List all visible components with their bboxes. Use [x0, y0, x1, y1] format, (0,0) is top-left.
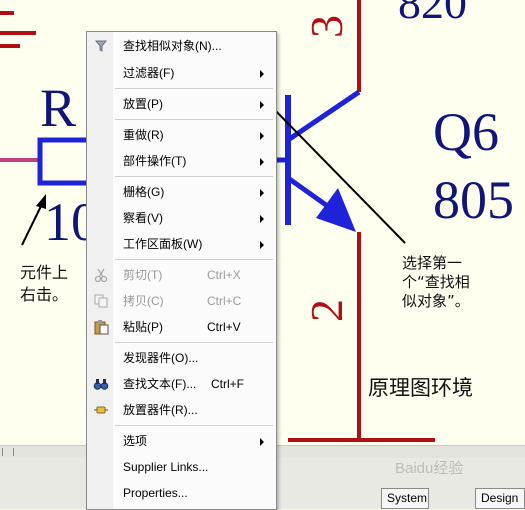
copy-icon: [94, 294, 108, 308]
transistor-designator: Q6: [433, 102, 499, 162]
menu-item-redo[interactable]: 重做(R): [87, 123, 276, 147]
menu-item-place[interactable]: 放置(P): [87, 92, 276, 116]
menu-item-find-text[interactable]: 查找文本(F)... Ctrl+F: [87, 372, 276, 396]
transistor-value-top: 820: [398, 0, 467, 28]
menu-separator: [115, 176, 273, 177]
select-note-line1: 选择第一: [402, 254, 462, 272]
resistor-designator: R: [40, 78, 76, 138]
select-note-line3: 似对象”。: [402, 292, 470, 310]
context-menu: 查找相似对象(N)... 过滤器(F) 放置(P) 重做(R) 部件操作(T) …: [86, 31, 277, 510]
submenu-arrow-icon: [260, 189, 264, 197]
menu-separator: [115, 88, 273, 89]
paste-icon: [94, 320, 109, 335]
top-left-wires: [0, 11, 36, 48]
tab-system[interactable]: System: [381, 488, 429, 509]
submenu-arrow-icon: [260, 215, 264, 223]
menu-item-part-actions[interactable]: 部件操作(T): [87, 149, 276, 173]
menu-item-paste[interactable]: 粘贴(P) Ctrl+V: [87, 315, 276, 339]
menu-item-supplier-links[interactable]: Supplier Links...: [87, 455, 276, 479]
scrollbar-grip-icon[interactable]: [2, 448, 14, 456]
submenu-arrow-icon: [260, 158, 264, 166]
menu-item-grid[interactable]: 栅格(G): [87, 180, 276, 204]
select-note-line2: 个“查找相: [402, 273, 470, 291]
menu-item-workspace-panels[interactable]: 工作区面板(W): [87, 232, 276, 256]
binoculars-icon: [93, 379, 109, 390]
menu-item-properties[interactable]: Properties...: [87, 481, 276, 505]
menu-item-place-part[interactable]: 放置器件(R)...: [87, 398, 276, 422]
funnel-icon: [94, 40, 108, 52]
tab-design[interactable]: Design: [475, 488, 525, 509]
menu-separator: [115, 425, 273, 426]
arrow-to-component: [21, 194, 46, 246]
submenu-arrow-icon: [260, 438, 264, 446]
menu-item-find-similar[interactable]: 查找相似对象(N)...: [87, 34, 276, 58]
menu-separator: [115, 259, 273, 260]
menu-item-copy[interactable]: 拷贝(C) Ctrl+C: [87, 289, 276, 313]
transistor-symbol[interactable]: [268, 0, 435, 442]
place-part-icon: [94, 406, 108, 414]
submenu-arrow-icon: [260, 241, 264, 249]
scissors-icon: [94, 268, 108, 283]
menu-item-filter[interactable]: 过滤器(F): [87, 61, 276, 85]
pin-number-3: 3: [301, 15, 352, 38]
menu-item-options[interactable]: 选项: [87, 429, 276, 453]
submenu-arrow-icon: [260, 101, 264, 109]
right-click-note-line1: 元件上: [20, 263, 68, 282]
submenu-arrow-icon: [260, 132, 264, 140]
menu-separator: [115, 342, 273, 343]
transistor-part: 805: [433, 170, 514, 230]
menu-item-view[interactable]: 察看(V): [87, 206, 276, 230]
right-click-note-line2: 右击。: [20, 285, 68, 304]
menu-item-discover-parts[interactable]: 发现器件(O)...: [87, 346, 276, 370]
submenu-arrow-icon: [260, 70, 264, 78]
menu-separator: [115, 119, 273, 120]
pin-number-2: 2: [301, 299, 352, 322]
menu-item-cut[interactable]: 剪切(T) Ctrl+X: [87, 263, 276, 287]
watermark: Baidu经验: [395, 460, 464, 477]
environment-label: 原理图环境: [368, 376, 473, 400]
